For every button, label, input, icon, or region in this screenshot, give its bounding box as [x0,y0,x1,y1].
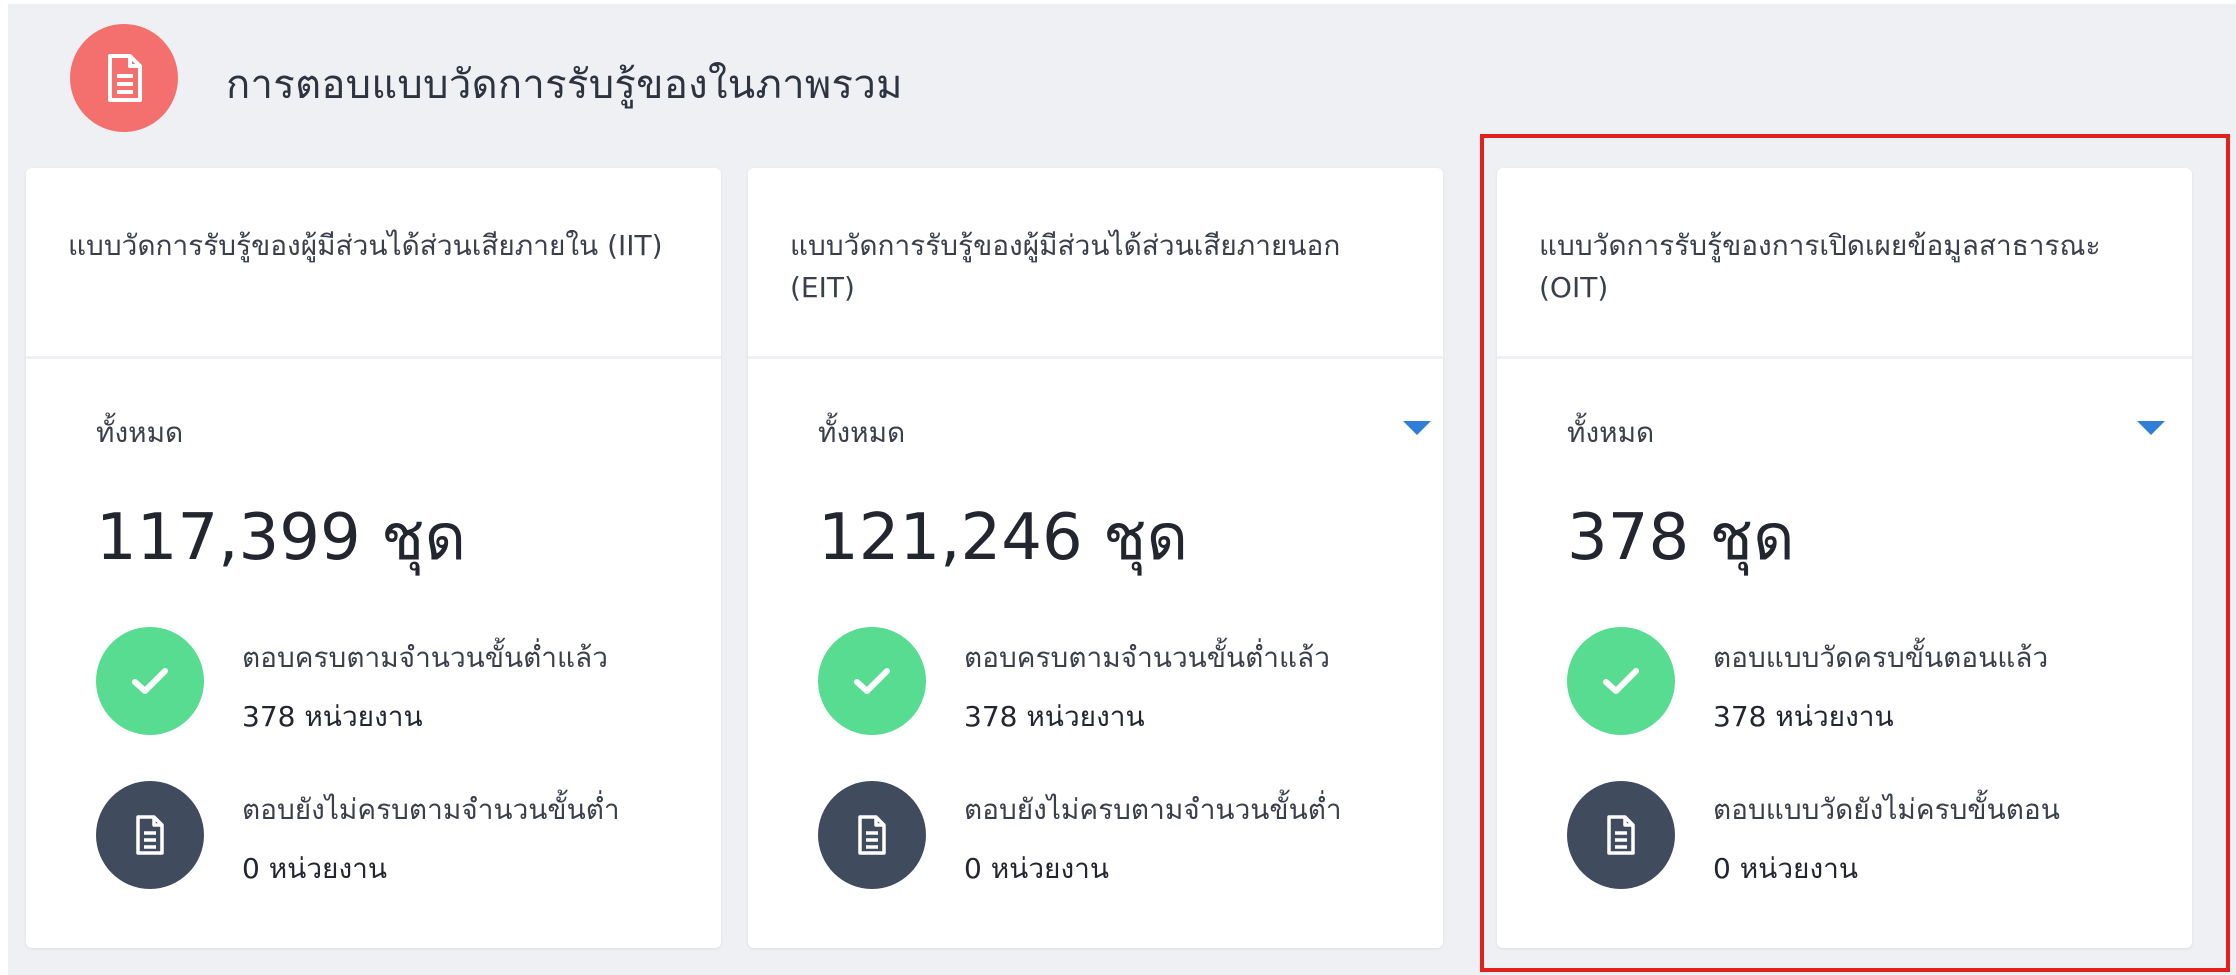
document-icon [96,781,204,889]
page-title: การตอบแบบวัดการรับรู้ของในภาพรวม [226,62,903,108]
total-value: 117,399 ชุด [96,501,466,575]
highlight-box [1480,134,2230,972]
chevron-down-icon[interactable] [1403,421,1431,435]
total-label: ทั้งหมด [818,416,906,449]
card-header: แบบวัดการรับรู้ของผู้มีส่วนได้ส่วนเสียภา… [748,168,1443,359]
completed-label: ตอบครบตามจำนวนขั้นต่ำแล้ว [964,641,1330,674]
incomplete-value: 0 หน่วยงาน [242,852,387,885]
card-title: แบบวัดการรับรู้ของผู้มีส่วนได้ส่วนเสียภา… [790,229,1341,304]
check-icon [818,627,926,735]
check-icon [96,627,204,735]
document-icon [818,781,926,889]
completed-label: ตอบครบตามจำนวนขั้นต่ำแล้ว [242,641,608,674]
total-label: ทั้งหมด [96,416,184,449]
card-header: แบบวัดการรับรู้ของผู้มีส่วนได้ส่วนเสียภา… [26,168,721,359]
card-eit: แบบวัดการรับรู้ของผู้มีส่วนได้ส่วนเสียภา… [748,168,1443,948]
card-iit: แบบวัดการรับรู้ของผู้มีส่วนได้ส่วนเสียภา… [26,168,721,948]
incomplete-label: ตอบยังไม่ครบตามจำนวนขั้นต่ำ [964,793,1342,826]
total-value: 121,246 ชุด [818,501,1188,575]
incomplete-label: ตอบยังไม่ครบตามจำนวนขั้นต่ำ [242,793,620,826]
completed-value: 378 หน่วยงาน [242,700,423,733]
card-title: แบบวัดการรับรู้ของผู้มีส่วนได้ส่วนเสียภา… [68,229,663,262]
document-icon [70,24,178,132]
completed-value: 378 หน่วยงาน [964,700,1145,733]
incomplete-value: 0 หน่วยงาน [964,852,1109,885]
